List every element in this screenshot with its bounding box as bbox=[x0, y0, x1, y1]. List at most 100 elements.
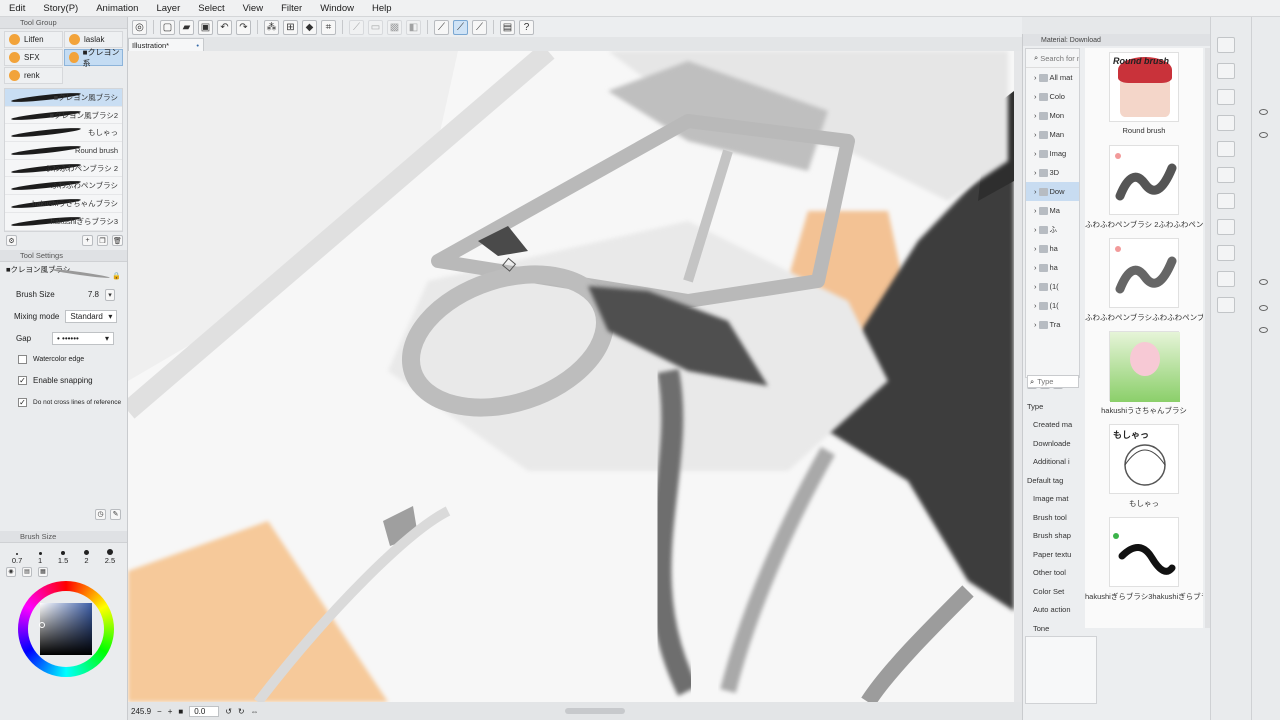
sub-tool-item[interactable]: ■クレヨン風ブラシ bbox=[5, 89, 122, 107]
canvas-horizontal-scrollbar[interactable] bbox=[564, 708, 625, 714]
sub-tool-item[interactable]: ふわふわペンブラシ bbox=[5, 177, 122, 196]
tab-illustration[interactable]: Illustration* • bbox=[128, 38, 204, 51]
eye-icon[interactable] bbox=[1259, 305, 1268, 311]
chevron-right-icon[interactable]: › bbox=[1034, 244, 1037, 253]
material-thumbnail[interactable]: Round brush bbox=[1109, 52, 1179, 122]
chevron-right-icon[interactable]: › bbox=[1034, 149, 1037, 158]
brush-size-preset[interactable]: 1.5 bbox=[58, 550, 68, 565]
menu-item[interactable]: Animation bbox=[87, 3, 147, 14]
layer-props-icon[interactable] bbox=[1217, 141, 1235, 157]
material-property-item[interactable]: Image mat bbox=[1025, 490, 1080, 509]
color-picker-cursor[interactable] bbox=[39, 621, 45, 628]
material-filter-input[interactable]: ⌕ Type bbox=[1027, 375, 1079, 388]
material-tree-item[interactable]: › (1( bbox=[1026, 277, 1079, 296]
eye-icon[interactable] bbox=[1259, 109, 1268, 115]
material-tree-item[interactable]: › Colo bbox=[1026, 87, 1079, 106]
material-tree-item[interactable]: › 3D bbox=[1026, 163, 1079, 182]
material-tree-item[interactable]: › Dow bbox=[1026, 182, 1079, 201]
chevron-right-icon[interactable]: › bbox=[1034, 111, 1037, 120]
crop-icon[interactable]: ⌗ bbox=[321, 19, 336, 35]
layer-props-icon[interactable] bbox=[1217, 245, 1235, 261]
material-tree-item[interactable]: › Ma bbox=[1026, 201, 1079, 220]
sub-tool-item[interactable]: hakushiぎらブラシ3 bbox=[5, 213, 122, 231]
material-thumbnail[interactable] bbox=[1109, 145, 1179, 215]
material-tree-item[interactable]: › ha bbox=[1026, 258, 1079, 277]
chevron-right-icon[interactable]: › bbox=[1034, 130, 1037, 139]
brush-size-preset[interactable]: 2 bbox=[84, 549, 89, 565]
menu-item[interactable]: Help bbox=[363, 3, 401, 14]
eye-icon[interactable] bbox=[1259, 327, 1268, 333]
chevron-right-icon[interactable]: › bbox=[1034, 92, 1037, 101]
menu-item[interactable]: Layer bbox=[147, 3, 189, 14]
material-tree-item[interactable]: › ha bbox=[1026, 239, 1079, 258]
rotation-value[interactable]: 0.0 bbox=[189, 705, 220, 717]
snap-grid-icon[interactable]: ⟋ bbox=[472, 19, 487, 35]
page-icon[interactable]: ▤ bbox=[500, 19, 515, 35]
eye-icon[interactable] bbox=[1259, 279, 1268, 285]
material-thumbnail[interactable] bbox=[1109, 238, 1179, 308]
chevron-right-icon[interactable]: › bbox=[1034, 168, 1037, 177]
disabled-tool-icon[interactable]: ▩ bbox=[387, 19, 402, 35]
menu-item[interactable]: Edit bbox=[0, 3, 34, 14]
tool-group-item[interactable]: ■クレヨン系 bbox=[64, 48, 123, 68]
search-layers-icon[interactable] bbox=[1217, 37, 1235, 53]
material-thumbnail[interactable] bbox=[1109, 517, 1179, 587]
sub-tool-item[interactable]: ふわふわペンブラシ 2 bbox=[5, 160, 122, 178]
layer-props-icon[interactable] bbox=[1217, 271, 1235, 287]
material-tree-item[interactable]: › Imag bbox=[1026, 144, 1079, 163]
clear-layer-icon[interactable] bbox=[1217, 115, 1235, 131]
chevron-right-icon[interactable]: › bbox=[1034, 282, 1037, 291]
clock-icon[interactable]: ◷ bbox=[95, 508, 106, 520]
zoom-value[interactable]: 245.9 bbox=[131, 707, 151, 716]
save-icon[interactable]: ▣ bbox=[198, 19, 213, 35]
menu-item[interactable]: View bbox=[234, 3, 272, 14]
snap-ruler-icon[interactable]: ⟋ bbox=[434, 19, 449, 35]
enable-snapping-checkbox[interactable]: ✓ bbox=[18, 376, 27, 385]
undo-icon[interactable]: ↶ bbox=[217, 19, 232, 35]
material-property-item[interactable]: Additional i bbox=[1025, 453, 1080, 472]
brush-size-preset[interactable]: 2.5 bbox=[105, 548, 115, 565]
zoom-out-icon[interactable]: − bbox=[157, 707, 162, 716]
transform-icon[interactable]: ⊞ bbox=[283, 19, 298, 35]
redo-icon[interactable]: ↷ bbox=[236, 19, 251, 35]
eye-icon[interactable] bbox=[1259, 132, 1268, 138]
rotate-left-icon[interactable]: ↺ bbox=[225, 707, 232, 716]
disabled-tool-icon[interactable]: ▭ bbox=[368, 19, 383, 35]
material-property-item[interactable]: Downloade bbox=[1025, 434, 1080, 453]
material-property-item[interactable]: Type bbox=[1025, 397, 1080, 416]
app-logo-icon[interactable]: ◎ bbox=[132, 19, 147, 35]
material-tree-item[interactable]: › All mat bbox=[1026, 68, 1079, 87]
material-thumbnail[interactable]: もしゃっ bbox=[1109, 424, 1179, 494]
close-tab-icon[interactable]: • bbox=[196, 41, 199, 50]
help-icon[interactable]: ? bbox=[519, 19, 534, 35]
brush-size-value[interactable]: 7.8 bbox=[88, 290, 99, 299]
material-property-item[interactable]: Color Set bbox=[1025, 582, 1080, 601]
layer-props-icon[interactable] bbox=[1217, 297, 1235, 313]
trash-icon[interactable]: 🗑 bbox=[112, 235, 123, 246]
material-property-item[interactable]: Brush tool bbox=[1025, 508, 1080, 527]
layer-list-icon[interactable] bbox=[1217, 89, 1235, 105]
brush-size-dropdown-icon[interactable]: ▾ bbox=[105, 288, 115, 301]
wrench-icon[interactable]: ✎ bbox=[110, 508, 121, 520]
mixing-mode-select[interactable]: Standard ▾ bbox=[65, 310, 118, 323]
material-tree-item[interactable]: › ふ bbox=[1026, 220, 1079, 239]
brush-size-preset[interactable]: 0.7 bbox=[12, 552, 22, 565]
color-wheel-tab-icon[interactable]: ◉ bbox=[6, 566, 16, 577]
saturation-value-square[interactable] bbox=[40, 602, 92, 655]
chevron-right-icon[interactable]: › bbox=[1034, 263, 1037, 272]
copy-sub-tool-icon[interactable]: ❐ bbox=[97, 235, 108, 246]
brush-size-preset[interactable]: 1 bbox=[38, 551, 42, 565]
material-property-item[interactable]: Brush shap bbox=[1025, 527, 1080, 546]
chevron-right-icon[interactable]: › bbox=[1034, 73, 1037, 82]
clear-selection-icon[interactable]: ⁂ bbox=[264, 19, 279, 35]
menu-item[interactable]: Window bbox=[311, 3, 363, 14]
menu-item[interactable]: Filter bbox=[272, 3, 311, 14]
color-slider-tab-icon[interactable]: ▤ bbox=[22, 566, 32, 577]
color-set-tab-icon[interactable]: ▦ bbox=[38, 566, 48, 577]
fit-icon[interactable]: ■ bbox=[178, 707, 183, 716]
disabled-tool-icon[interactable]: ◧ bbox=[406, 19, 421, 35]
canvas-vertical-scrollbar[interactable] bbox=[1014, 51, 1022, 702]
settings-icon[interactable]: ⚙ bbox=[6, 235, 17, 246]
material-tree-item[interactable]: › (1( bbox=[1026, 296, 1079, 315]
material-property-item[interactable]: Paper textu bbox=[1025, 545, 1080, 564]
